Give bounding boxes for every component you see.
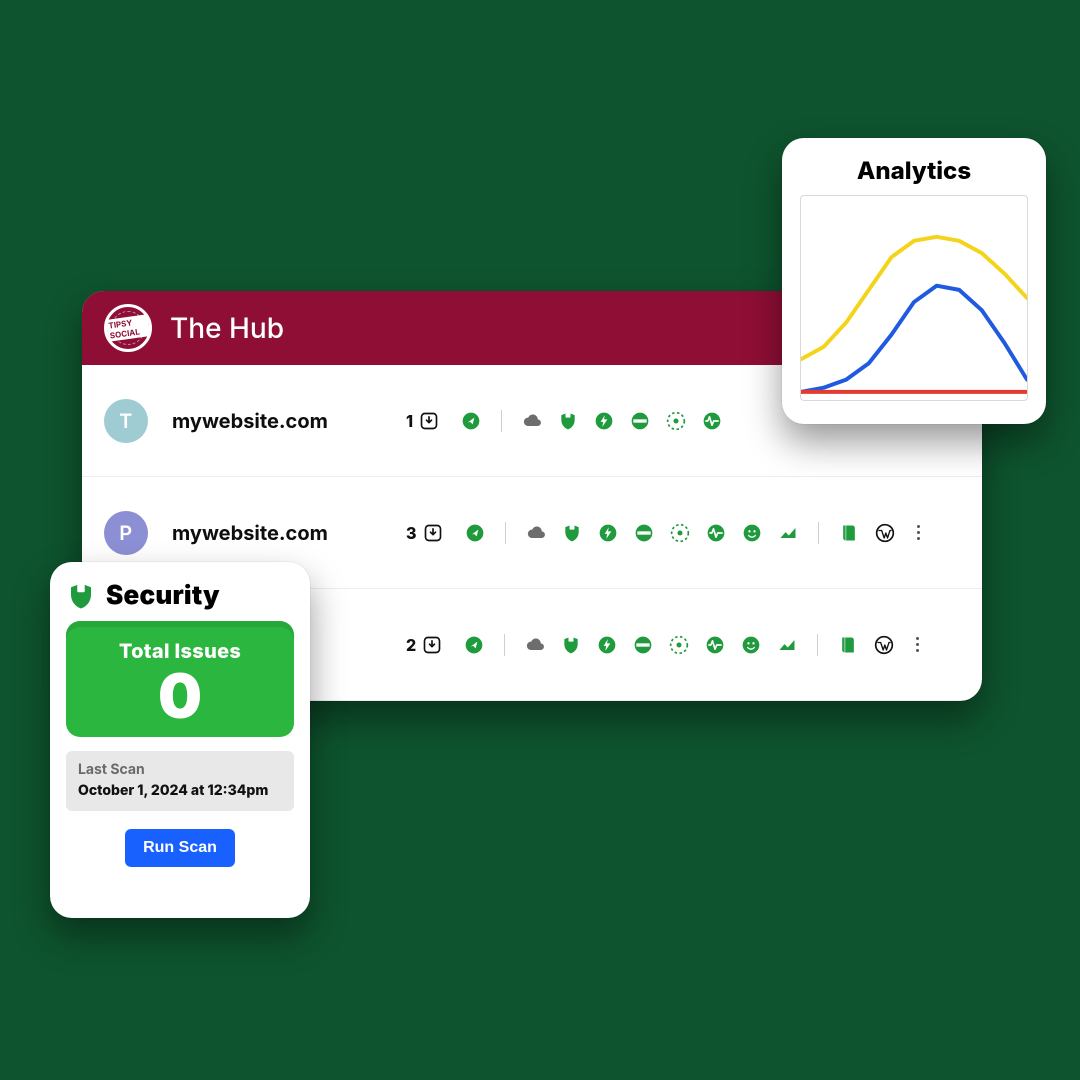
issues-count: 0 xyxy=(66,665,294,727)
updates-count: 3 xyxy=(406,523,417,543)
site-domain: mywebsite.com xyxy=(172,409,352,433)
disc-icon[interactable] xyxy=(634,523,654,543)
shield-icon[interactable] xyxy=(562,523,582,543)
issues-box: Total Issues 0 xyxy=(66,621,294,737)
analytics-title: Analytics xyxy=(800,156,1028,185)
send-icon[interactable] xyxy=(461,411,481,431)
pulse-icon[interactable] xyxy=(702,411,722,431)
chart-series-yellow xyxy=(801,237,1027,359)
bolt-icon[interactable] xyxy=(597,635,617,655)
gear-dots-icon[interactable] xyxy=(666,411,686,431)
updates-count: 1 xyxy=(406,411,413,431)
book-icon[interactable] xyxy=(838,635,858,655)
trend-icon[interactable] xyxy=(777,635,797,655)
chart-series-blue xyxy=(801,286,1027,392)
face-icon[interactable] xyxy=(741,635,761,655)
more-menu-icon[interactable] xyxy=(916,637,919,652)
analytics-card: Analytics xyxy=(782,138,1046,424)
send-icon[interactable] xyxy=(465,523,485,543)
wordpress-icon[interactable] xyxy=(874,635,894,655)
cloud-icon[interactable] xyxy=(526,523,546,543)
security-title: Security xyxy=(106,580,220,611)
gear-dots-icon[interactable] xyxy=(670,523,690,543)
updates-count: 2 xyxy=(406,635,416,655)
gear-dots-icon[interactable] xyxy=(669,635,689,655)
more-menu-icon[interactable] xyxy=(917,525,920,540)
last-scan-time: October 1, 2024 at 12:34pm xyxy=(78,782,282,799)
download-icon[interactable] xyxy=(422,635,442,655)
cloud-icon[interactable] xyxy=(525,635,545,655)
last-scan-label: Last Scan xyxy=(78,761,282,778)
book-icon[interactable] xyxy=(839,523,859,543)
run-scan-button[interactable]: Run Scan xyxy=(125,829,235,867)
bolt-icon[interactable] xyxy=(594,411,614,431)
download-icon[interactable] xyxy=(419,411,439,431)
bolt-icon[interactable] xyxy=(598,523,618,543)
pulse-icon[interactable] xyxy=(706,523,726,543)
brand-badge-text: TIPSY SOCIAL xyxy=(106,314,151,342)
analytics-chart xyxy=(800,195,1028,401)
send-icon[interactable] xyxy=(464,635,484,655)
brand-badge: TIPSY SOCIAL xyxy=(104,304,152,352)
download-icon[interactable] xyxy=(423,523,443,543)
site-avatar: T xyxy=(104,399,148,443)
hub-title: The Hub xyxy=(170,311,284,345)
face-icon[interactable] xyxy=(742,523,762,543)
shield-icon[interactable] xyxy=(561,635,581,655)
site-avatar: P xyxy=(104,511,148,555)
last-scan-box: Last Scan October 1, 2024 at 12:34pm xyxy=(66,751,294,811)
cloud-icon[interactable] xyxy=(522,411,542,431)
shield-icon[interactable] xyxy=(558,411,578,431)
pulse-icon[interactable] xyxy=(705,635,725,655)
site-domain: mywebsite.com xyxy=(172,521,352,545)
shield-icon xyxy=(66,581,96,611)
disc-icon[interactable] xyxy=(633,635,653,655)
security-card: Security Total Issues 0 Last Scan Octobe… xyxy=(50,562,310,918)
wordpress-icon[interactable] xyxy=(875,523,895,543)
disc-icon[interactable] xyxy=(630,411,650,431)
trend-icon[interactable] xyxy=(778,523,798,543)
